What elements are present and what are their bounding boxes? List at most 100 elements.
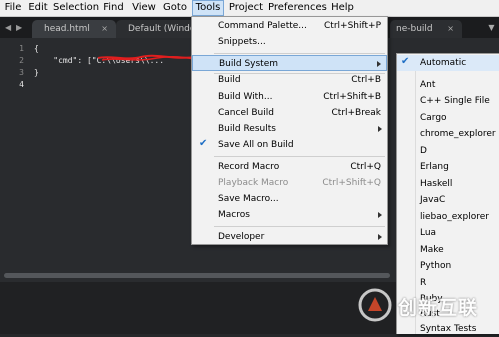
menu-file[interactable]: File	[3, 0, 23, 16]
menu-item-label: Erlang	[420, 162, 449, 172]
submenu-arrow-icon	[378, 234, 382, 240]
submenu-arrow-icon	[377, 61, 381, 67]
menu-item-label: Playback Macro	[218, 178, 289, 188]
line-number: 2	[19, 56, 24, 65]
menu-help[interactable]: Help	[329, 0, 356, 16]
tab-default-windows[interactable]: Default (Windo	[116, 20, 196, 38]
build-system-liebao-explorer[interactable]: liebao_explorer	[397, 209, 499, 225]
menu-item-label: Ant	[420, 80, 436, 90]
menu-view[interactable]: View	[130, 0, 158, 16]
menu-separator	[214, 156, 385, 157]
code-line: {	[34, 44, 39, 53]
watermark-logo-icon	[358, 288, 392, 322]
redaction-scribble	[97, 54, 197, 61]
line-number: 1	[19, 44, 24, 53]
tab-close-icon[interactable]: ×	[101, 20, 108, 38]
menu-item-label: Lua	[420, 228, 437, 238]
menu-item-label: Build	[218, 75, 241, 85]
menu-item-label: Cancel Build	[218, 108, 274, 118]
menu-item-label: Save All on Build	[218, 140, 294, 150]
watermark: 创新互联	[358, 284, 498, 328]
menu-item-label: JavaC	[420, 195, 446, 205]
snippets-menu-item[interactable]: Snippets...	[192, 34, 387, 50]
build-system-cargo[interactable]: Cargo	[397, 110, 499, 126]
checkmark-icon: ✔	[199, 138, 208, 149]
menu-item-label: Record Macro	[218, 162, 280, 172]
menu-edit[interactable]: Edit	[26, 0, 50, 16]
tab-build-file[interactable]: ne-build ×	[390, 20, 462, 38]
menu-preferences[interactable]: Preferences	[268, 0, 327, 16]
menu-item-label: Build System	[219, 59, 279, 69]
build-system-cpp-single-file[interactable]: C++ Single File	[397, 93, 499, 109]
code-line: }	[34, 68, 39, 77]
menu-item-label: Make	[420, 245, 444, 255]
developer-menu-item[interactable]: Developer	[192, 229, 387, 245]
tab-label: ne-build	[396, 24, 433, 34]
macros-menu-item[interactable]: Macros	[192, 207, 387, 223]
menu-item-label: Build With...	[218, 92, 273, 102]
tab-label: Default (Windo	[128, 24, 196, 34]
menu-find[interactable]: Find	[101, 0, 126, 16]
submenu-arrow-icon	[378, 212, 382, 218]
menu-bar: File Edit Selection Find View Goto Tools…	[0, 0, 499, 17]
line-number: 4	[19, 80, 24, 89]
tab-overflow-icon[interactable]: ▼	[484, 17, 499, 38]
tab-label: head.html	[44, 24, 90, 34]
cancel-build-menu-item[interactable]: Cancel Build Ctrl+Break	[192, 105, 387, 121]
checkmark-icon: ✔	[401, 56, 410, 67]
build-system-erlang[interactable]: Erlang	[397, 159, 499, 175]
menu-item-label: liebao_explorer	[420, 212, 489, 222]
build-system-d[interactable]: D	[397, 143, 499, 159]
menu-item-label: Cargo	[420, 113, 447, 123]
playback-macro-menu-item[interactable]: Playback Macro Ctrl+Shift+Q	[192, 175, 387, 191]
watermark-text: 创新互联	[398, 297, 479, 319]
build-system-haskell[interactable]: Haskell	[397, 176, 499, 192]
menu-project[interactable]: Project	[227, 0, 265, 16]
save-all-on-build-menu-item[interactable]: ✔ Save All on Build	[192, 137, 387, 153]
menu-item-label: Build Results	[218, 124, 276, 134]
menu-goto[interactable]: Goto	[161, 0, 189, 16]
tab-close-icon[interactable]: ×	[447, 20, 454, 38]
build-system-lua[interactable]: Lua	[397, 225, 499, 241]
menu-item-label: Snippets...	[218, 37, 266, 47]
menu-item-shortcut: Ctrl+Q	[350, 162, 381, 172]
build-results-menu-item[interactable]: Build Results	[192, 121, 387, 137]
line-number: 3	[19, 68, 24, 77]
menu-item-label: chrome_explorer	[420, 129, 496, 139]
menu-item-shortcut: Ctrl+Break	[331, 108, 382, 118]
menu-item-shortcut: Ctrl+Shift+Q	[322, 178, 381, 188]
record-macro-menu-item[interactable]: Record Macro Ctrl+Q	[192, 159, 387, 175]
menu-item-label: C++ Single File	[420, 96, 490, 106]
menu-item-label: Haskell	[420, 179, 453, 189]
menu-item-label: Save Macro...	[218, 194, 279, 204]
submenu-arrow-icon	[378, 126, 382, 132]
menu-tools[interactable]: Tools	[192, 0, 224, 16]
build-with-menu-item[interactable]: Build With... Ctrl+Shift+B	[192, 89, 387, 105]
tab-head-html[interactable]: head.html ×	[32, 20, 116, 38]
build-system-menu-item[interactable]: Build System	[192, 55, 387, 71]
build-system-chrome-explorer[interactable]: chrome_explorer	[397, 126, 499, 142]
command-palette-menu-item[interactable]: Command Palette... Ctrl+Shift+P	[192, 18, 387, 34]
menu-item-shortcut: Ctrl+Shift+P	[324, 21, 381, 31]
menu-item-label: Developer	[218, 232, 265, 242]
menu-item-label: Automatic	[420, 58, 467, 68]
build-system-ant[interactable]: Ant	[397, 77, 499, 93]
build-system-python[interactable]: Python	[397, 258, 499, 274]
menu-item-label: Macros	[218, 210, 250, 220]
menu-separator	[214, 226, 385, 227]
menu-item-shortcut: Ctrl+Shift+B	[323, 92, 381, 102]
menu-item-label: D	[420, 146, 427, 156]
build-system-javac[interactable]: JavaC	[397, 192, 499, 208]
tools-menu: Command Palette... Ctrl+Shift+P Snippets…	[191, 16, 388, 245]
build-menu-item[interactable]: Build Ctrl+B	[192, 72, 387, 88]
tab-nav-right-icon[interactable]: ▶	[16, 17, 22, 38]
menu-selection[interactable]: Selection	[53, 0, 99, 16]
save-macro-menu-item[interactable]: Save Macro...	[192, 191, 387, 207]
build-system-automatic[interactable]: ✔ Automatic	[397, 55, 499, 71]
build-system-make[interactable]: Make	[397, 242, 499, 258]
scrollbar-thumb[interactable]	[4, 273, 390, 278]
tab-nav-left-icon[interactable]: ◀	[5, 17, 11, 38]
menu-item-label: Python	[420, 261, 452, 271]
menu-item-label: Command Palette...	[218, 21, 307, 31]
menu-separator	[214, 53, 385, 54]
